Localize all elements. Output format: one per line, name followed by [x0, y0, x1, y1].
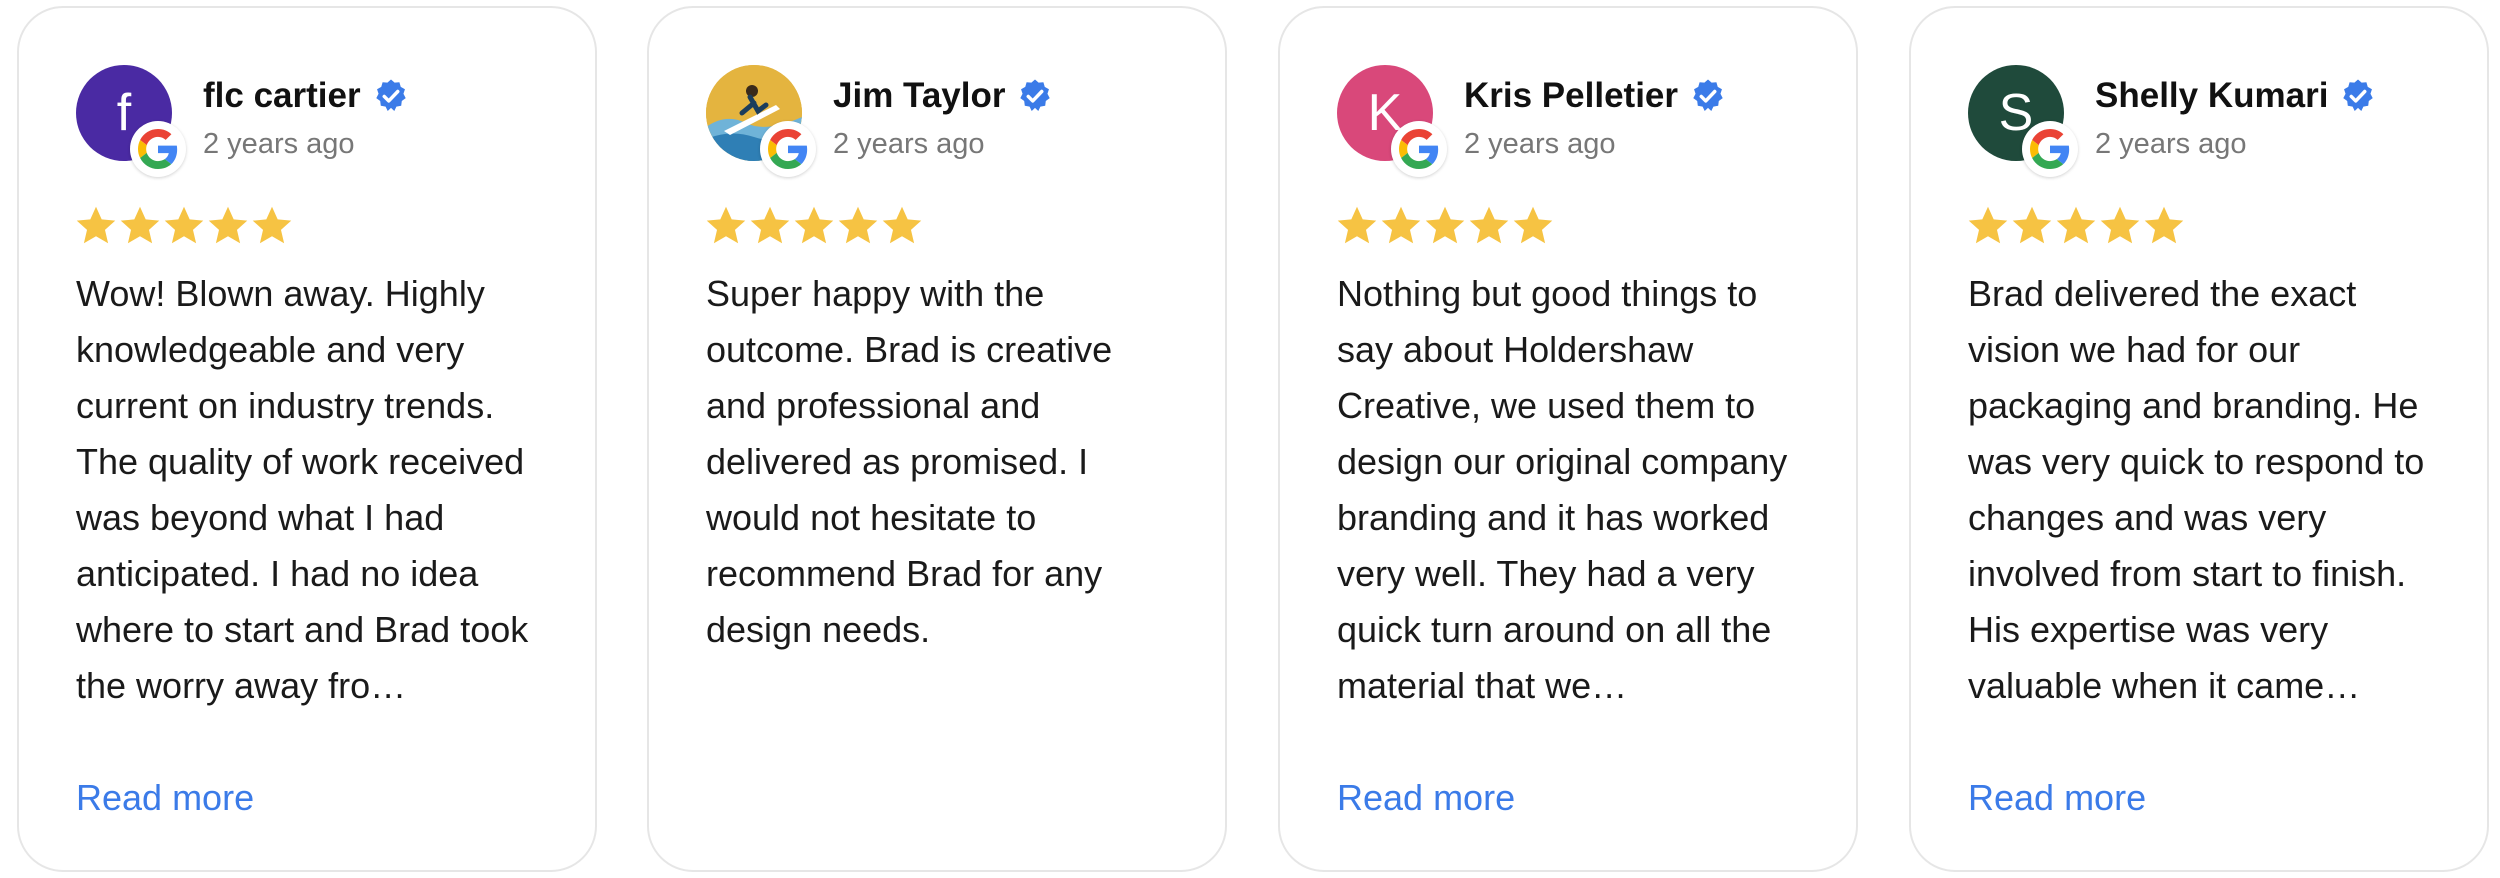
star-icon [1337, 206, 1377, 244]
avatar-group: K [1337, 65, 1463, 183]
read-more-link[interactable]: Read more [1968, 770, 2146, 826]
star-icon [76, 206, 116, 244]
reviewer-header: Shelly Kumari [2095, 74, 2376, 118]
star-icon [1381, 206, 1421, 244]
reviews-carousel: f flc cartier 2 years ago Wow! Blown awa… [0, 0, 2500, 878]
review-text: Brad delivered the exact vision we had f… [1968, 273, 2425, 706]
review-time: 2 years ago [203, 128, 355, 160]
review-time: 2 years ago [2095, 128, 2247, 160]
reviewer-name[interactable]: Shelly Kumari [2095, 76, 2328, 116]
star-rating [1966, 204, 2186, 248]
star-icon [2144, 206, 2184, 244]
review-text: Super happy with the outcome. Brad is cr… [706, 273, 1113, 650]
star-icon [706, 206, 746, 244]
star-rating [704, 204, 924, 248]
reviewer-name[interactable]: Jim Taylor [833, 76, 1005, 116]
star-icon [1513, 206, 1553, 244]
star-icon [838, 206, 878, 244]
star-icon [164, 206, 204, 244]
avatar-group: S [1968, 65, 2094, 183]
review-text: Nothing but good things to say about Hol… [1337, 273, 1788, 706]
reviewer-header: Kris Pelletier [1464, 74, 1726, 118]
star-icon [2100, 206, 2140, 244]
google-icon [2022, 121, 2078, 177]
review-card: f flc cartier 2 years ago Wow! Blown awa… [17, 6, 597, 872]
star-icon [2012, 206, 2052, 244]
read-more-link[interactable]: Read more [1337, 770, 1515, 826]
review-text: Wow! Blown away. Highly knowledgeable an… [76, 273, 529, 706]
google-icon [130, 121, 186, 177]
avatar-group [706, 65, 832, 183]
review-card: K Kris Pelletier 2 years ago Nothing but… [1278, 6, 1858, 872]
star-icon [1469, 206, 1509, 244]
star-icon [208, 206, 248, 244]
star-rating [74, 204, 294, 248]
google-icon [760, 121, 816, 177]
reviewer-header: Jim Taylor [833, 74, 1053, 118]
star-rating [1335, 204, 1555, 248]
star-icon [120, 206, 160, 244]
reviewer-name[interactable]: Kris Pelletier [1464, 76, 1678, 116]
reviewer-header: flc cartier [203, 74, 409, 118]
google-icon [1391, 121, 1447, 177]
reviewer-name[interactable]: flc cartier [203, 76, 361, 116]
verified-badge-icon [2343, 79, 2374, 111]
star-icon [252, 206, 292, 244]
verified-badge-icon [1020, 79, 1051, 111]
review-time: 2 years ago [833, 128, 985, 160]
verified-badge-icon [375, 79, 406, 111]
star-icon [882, 206, 922, 244]
verified-badge-icon [1693, 79, 1723, 111]
avatar-group: f [76, 65, 202, 183]
star-icon [1968, 206, 2008, 244]
star-icon [794, 206, 834, 244]
star-icon [750, 206, 790, 244]
review-time: 2 years ago [1464, 128, 1616, 160]
star-icon [1425, 206, 1465, 244]
review-card: S Shelly Kumari 2 years ago Brad deliver… [1909, 6, 2489, 872]
review-card: Jim Taylor 2 years ago Super happy with … [647, 6, 1227, 872]
read-more-link[interactable]: Read more [76, 770, 254, 826]
star-icon [2056, 206, 2096, 244]
